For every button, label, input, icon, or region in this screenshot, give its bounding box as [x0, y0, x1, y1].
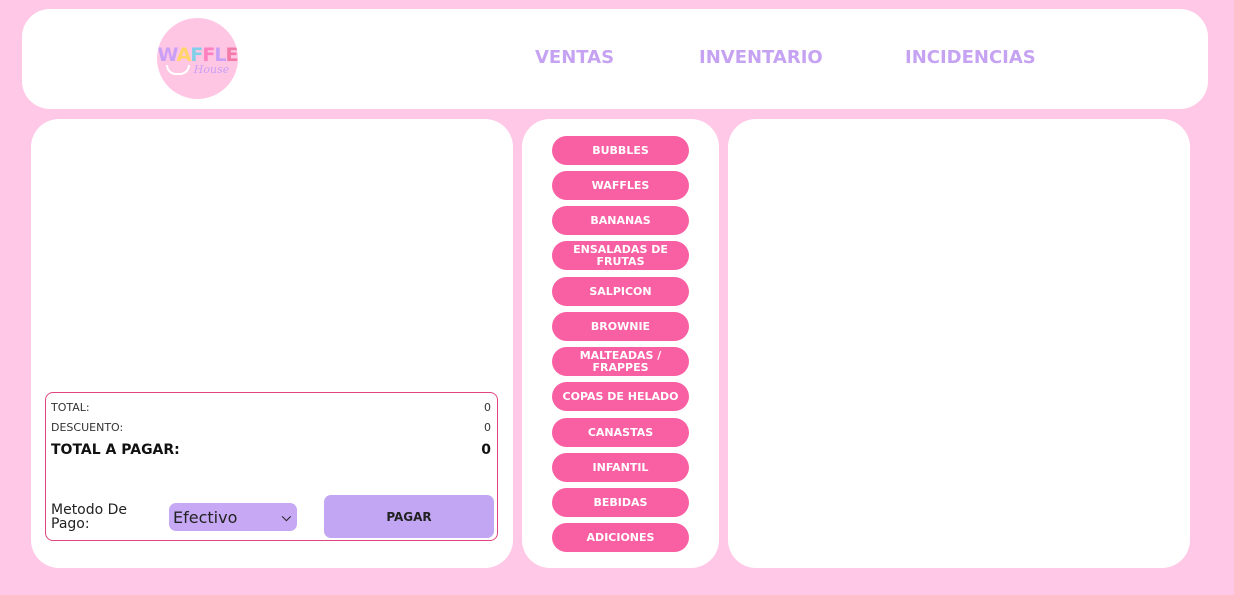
total-value: 0	[484, 401, 491, 414]
payment-method-select[interactable]: Efectivo ⌵	[169, 503, 297, 531]
total-to-pay-label: TOTAL A PAGAR:	[51, 442, 180, 458]
discount-label: DESCUENTO:	[51, 421, 124, 434]
logo-sub: House	[165, 63, 230, 76]
order-panel: TOTAL: 0 DESCUENTO: 0 TOTAL A PAGAR: 0 M…	[31, 119, 513, 568]
logo-script: House	[193, 63, 230, 76]
total-row: TOTAL: 0	[51, 401, 491, 414]
app-root: WAFFLE House VENTAS INVENTARIO INCIDENCI…	[0, 0, 1234, 595]
category-malteadas-button[interactable]: MALTEADAS / FRAPPES	[552, 347, 689, 376]
discount-value: 0	[484, 421, 491, 434]
category-brownie-button[interactable]: BROWNIE	[552, 312, 689, 341]
payment-method-label: Metodo De Pago:	[51, 502, 128, 532]
logo-wordmark: WAFFLE	[157, 44, 238, 66]
category-infantil-button[interactable]: INFANTIL	[552, 453, 689, 482]
waffle-house-logo[interactable]: WAFFLE House	[157, 18, 238, 99]
category-panel: BUBBLES WAFFLES BANANAS ENSALADAS DE FRU…	[522, 119, 719, 568]
smile-icon	[165, 64, 190, 75]
category-bubbles-button[interactable]: BUBBLES	[552, 136, 689, 165]
nav-ventas[interactable]: VENTAS	[535, 47, 614, 68]
products-panel	[728, 119, 1190, 568]
category-salpicon-button[interactable]: SALPICON	[552, 277, 689, 306]
category-bebidas-button[interactable]: BEBIDAS	[552, 488, 689, 517]
pay-button[interactable]: PAGAR	[324, 495, 494, 538]
category-bananas-button[interactable]: BANANAS	[552, 206, 689, 235]
category-canastas-button[interactable]: CANASTAS	[552, 418, 689, 447]
chevron-down-icon: ⌵	[281, 509, 291, 524]
total-to-pay-value: 0	[481, 442, 491, 458]
totals-box: TOTAL: 0 DESCUENTO: 0 TOTAL A PAGAR: 0 M…	[45, 392, 498, 541]
nav-inventario[interactable]: INVENTARIO	[699, 47, 823, 68]
discount-row: DESCUENTO: 0	[51, 421, 491, 434]
top-header: WAFFLE House VENTAS INVENTARIO INCIDENCI…	[22, 9, 1208, 109]
total-label: TOTAL:	[51, 401, 90, 414]
nav-incidencias[interactable]: INCIDENCIAS	[905, 47, 1036, 68]
category-adiciones-button[interactable]: ADICIONES	[552, 523, 689, 552]
category-ensaladas-button[interactable]: ENSALADAS DE FRUTAS	[552, 241, 689, 270]
payment-method-value: Efectivo	[173, 507, 238, 527]
category-copas-button[interactable]: COPAS DE HELADO	[552, 382, 689, 411]
category-waffles-button[interactable]: WAFFLES	[552, 171, 689, 200]
total-to-pay-row: TOTAL A PAGAR: 0	[51, 442, 491, 458]
